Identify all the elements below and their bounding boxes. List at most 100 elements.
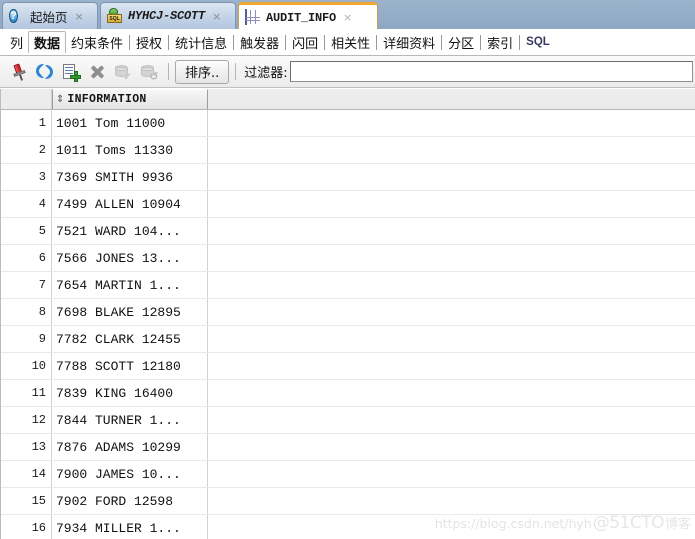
table-row[interactable]: 16 7934 MILLER 1...: [0, 515, 695, 539]
grid-header-row: ⇕ INFORMATION: [0, 89, 695, 110]
table-row[interactable]: 2 1011 Toms 11330: [0, 137, 695, 164]
row-number: 11: [0, 380, 52, 406]
table-row[interactable]: 8 7698 BLAKE 12895: [0, 299, 695, 326]
divider: [376, 34, 378, 50]
row-number: 14: [0, 461, 52, 487]
toolbar-divider: [168, 63, 169, 80]
window-tab-label: HYHCJ-SCOTT: [128, 9, 206, 23]
row-filler: [208, 164, 695, 190]
cell-information[interactable]: 7839 KING 16400: [52, 380, 208, 406]
row-filler: [208, 110, 695, 136]
row-filler: [208, 137, 695, 163]
divider: [233, 34, 235, 50]
row-number: 2: [0, 137, 52, 163]
table-row[interactable]: 9 7782 CLARK 12455: [0, 326, 695, 353]
sqldeveloper-window: ? 起始页 × SQL HYHCJ-SCOTT × AUDIT_INFO × 列…: [0, 0, 695, 539]
table-row[interactable]: 4 7499 ALLEN 10904: [0, 191, 695, 218]
row-number: 15: [0, 488, 52, 514]
row-number: 3: [0, 164, 52, 190]
filter-label: 过滤器:: [244, 66, 288, 81]
table-row[interactable]: 3 7369 SMITH 9936: [0, 164, 695, 191]
column-header-label: INFORMATION: [67, 93, 147, 106]
cell-information[interactable]: 7902 FORD 12598: [52, 488, 208, 514]
row-number: 6: [0, 245, 52, 271]
row-number: 13: [0, 434, 52, 460]
row-filler: [208, 515, 695, 539]
object-detail-tab-strip: 列 数据 约束条件 授权 统计信息 触发器 闪回 相关性 详细资料 分区 索引 …: [0, 29, 695, 56]
cell-information[interactable]: 7934 MILLER 1...: [52, 515, 208, 539]
table-row[interactable]: 7 7654 MARTIN 1...: [0, 272, 695, 299]
table-row[interactable]: 1 1001 Tom 11000: [0, 110, 695, 137]
cell-information[interactable]: 7788 SCOTT 12180: [52, 353, 208, 379]
close-icon[interactable]: ×: [343, 12, 352, 23]
cell-information[interactable]: 7698 BLAKE 12895: [52, 299, 208, 325]
tab-data[interactable]: 数据: [28, 31, 67, 53]
row-number: 12: [0, 407, 52, 433]
divider: [129, 34, 131, 50]
tab-indexes[interactable]: 索引: [482, 31, 518, 54]
column-header-information[interactable]: ⇕ INFORMATION: [52, 89, 208, 109]
divider: [285, 34, 287, 50]
row-number: 9: [0, 326, 52, 352]
row-filler: [208, 245, 695, 271]
tab-dependencies[interactable]: 相关性: [326, 31, 375, 54]
cell-information[interactable]: 7566 JONES 13...: [52, 245, 208, 271]
window-tab-label: AUDIT_INFO: [266, 10, 337, 25]
tab-statistics[interactable]: 统计信息: [170, 31, 232, 54]
cell-information[interactable]: 1011 Toms 11330: [52, 137, 208, 163]
data-grid-toolbar: ✓ ↺ 排序.. 过滤器:: [0, 56, 695, 88]
tab-grants[interactable]: 授权: [131, 31, 167, 54]
cell-information[interactable]: 7782 CLARK 12455: [52, 326, 208, 352]
row-number: 1: [0, 110, 52, 136]
window-tab-label: 起始页: [30, 10, 68, 25]
refresh-button[interactable]: [32, 60, 58, 84]
filter-input[interactable]: [289, 61, 693, 82]
divider: [480, 34, 482, 50]
table-row[interactable]: 10 7788 SCOTT 12180: [0, 353, 695, 380]
table-row[interactable]: 13 7876 ADAMS 10299: [0, 434, 695, 461]
table-grid-icon: [245, 8, 261, 26]
cell-information[interactable]: 7654 MARTIN 1...: [52, 272, 208, 298]
row-filler: [208, 191, 695, 217]
tab-details[interactable]: 详细资料: [378, 31, 440, 54]
table-row[interactable]: 5 7521 WARD 104...: [0, 218, 695, 245]
tab-partitions[interactable]: 分区: [443, 31, 479, 54]
tab-columns[interactable]: 列: [5, 31, 28, 54]
cell-information[interactable]: 1001 Tom 11000: [52, 110, 208, 136]
freeze-pin-button[interactable]: [6, 60, 32, 84]
table-row[interactable]: 6 7566 JONES 13...: [0, 245, 695, 272]
cell-information[interactable]: 7844 TURNER 1...: [52, 407, 208, 433]
divider: [324, 34, 326, 50]
window-tab-hyhcj-scott[interactable]: SQL HYHCJ-SCOTT ×: [100, 2, 236, 29]
tab-flashback[interactable]: 闪回: [287, 31, 323, 54]
cell-information[interactable]: 7369 SMITH 9936: [52, 164, 208, 190]
window-tab-start-page[interactable]: ? 起始页 ×: [2, 2, 98, 29]
table-row[interactable]: 12 7844 TURNER 1...: [0, 407, 695, 434]
close-icon[interactable]: ×: [75, 11, 84, 22]
data-grid: ⇕ INFORMATION 1 1001 Tom 11000 2 1011 Toms …: [0, 89, 695, 539]
row-filler: [208, 488, 695, 514]
row-number: 4: [0, 191, 52, 217]
close-icon[interactable]: ×: [212, 11, 221, 22]
tab-sql[interactable]: SQL: [521, 34, 555, 50]
grid-left-border: [0, 89, 1, 539]
window-tab-audit-info[interactable]: AUDIT_INFO ×: [238, 2, 378, 29]
delete-row-button[interactable]: [84, 60, 110, 84]
table-row[interactable]: 11 7839 KING 16400: [0, 380, 695, 407]
cell-information[interactable]: 7521 WARD 104...: [52, 218, 208, 244]
cell-information[interactable]: 7900 JAMES 10...: [52, 461, 208, 487]
row-filler: [208, 299, 695, 325]
tab-constraints[interactable]: 约束条件: [66, 31, 128, 54]
cell-information[interactable]: 7876 ADAMS 10299: [52, 434, 208, 460]
sort-button[interactable]: 排序..: [175, 59, 230, 84]
row-filler: [208, 326, 695, 352]
tab-triggers[interactable]: 触发器: [235, 31, 284, 54]
table-row[interactable]: 14 7900 JAMES 10...: [0, 461, 695, 488]
cell-information[interactable]: 7499 ALLEN 10904: [52, 191, 208, 217]
table-row[interactable]: 15 7902 FORD 12598: [0, 488, 695, 515]
sql-connection-icon: SQL: [107, 8, 123, 24]
insert-row-button[interactable]: [58, 60, 84, 84]
divider: [441, 34, 443, 50]
row-number: 7: [0, 272, 52, 298]
insert-row-icon: [62, 63, 81, 82]
